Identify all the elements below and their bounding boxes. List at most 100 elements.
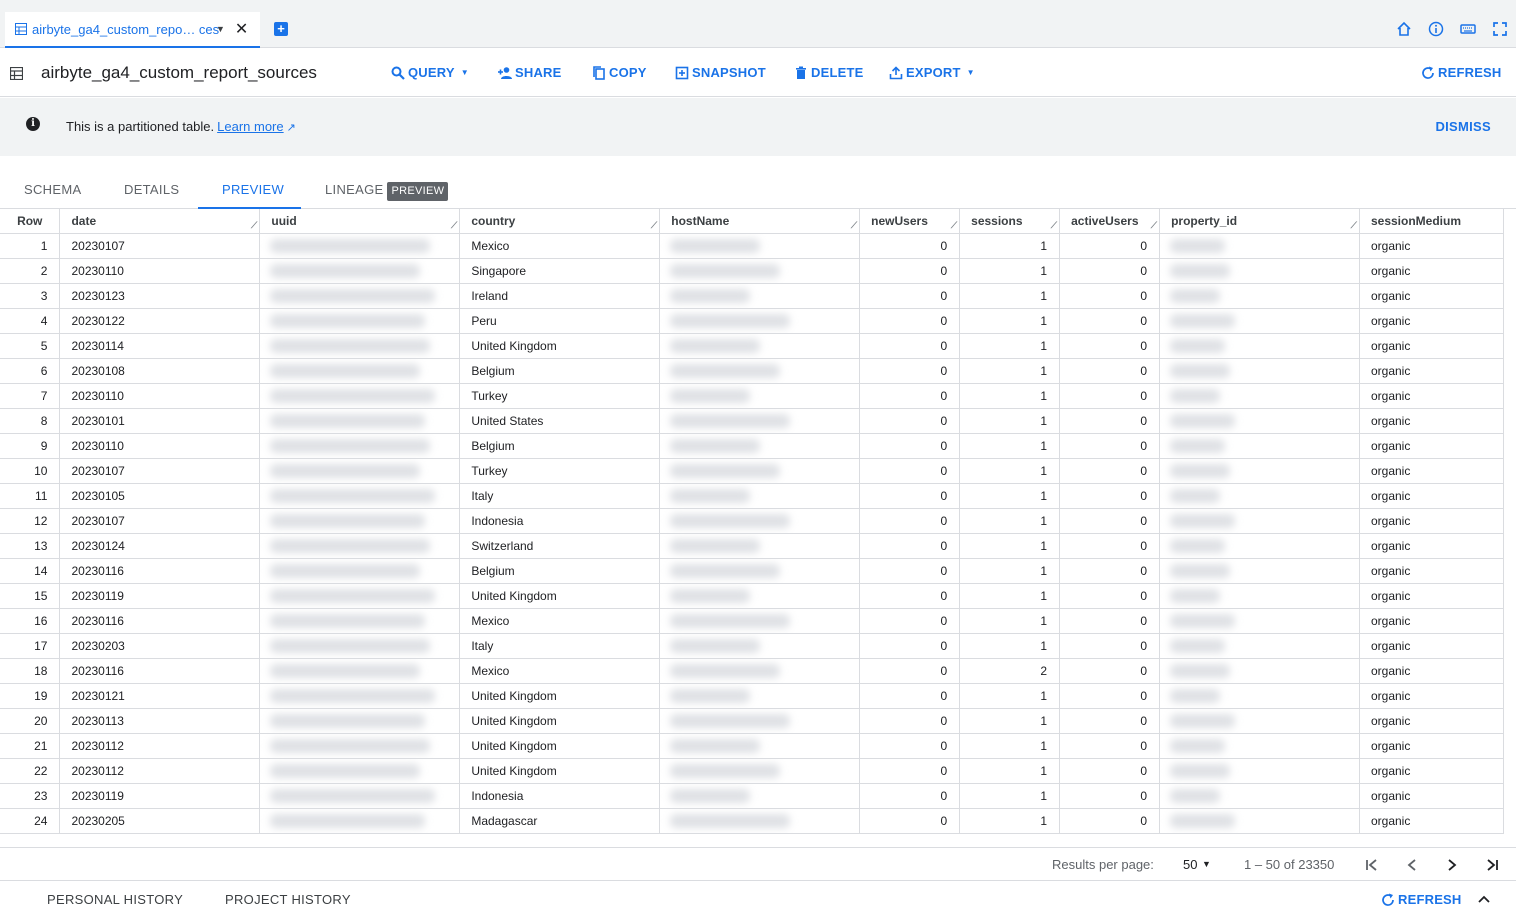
table-row[interactable]: 24 20230205 Madagascar 0 1 0 organic [0, 808, 1505, 834]
table-row[interactable]: 5 20230114 United Kingdom 0 1 0 organic [0, 333, 1505, 359]
resize-handle-icon[interactable]: ⟋ [651, 220, 657, 231]
resize-handle-icon[interactable]: ⟋ [1151, 220, 1157, 231]
last-page-icon[interactable] [1484, 857, 1500, 873]
column-header[interactable]: property_id ⟋ [1159, 209, 1360, 234]
tab-lineage[interactable]: LINEAGE PREVIEW [301, 170, 472, 209]
row-number-cell: 17 [0, 633, 61, 659]
redacted-value [1170, 588, 1221, 603]
resize-handle-icon[interactable]: ⟋ [851, 220, 857, 231]
hostname-cell-redacted [659, 308, 861, 334]
hostname-cell-redacted [659, 283, 861, 309]
external-link-icon[interactable]: ↗ [287, 122, 296, 134]
tab-schema[interactable]: SCHEMA [0, 170, 105, 209]
redacted-value [1170, 663, 1231, 678]
refresh-button[interactable]: REFRESH [1421, 65, 1502, 80]
new-users-cell: 0 [859, 558, 961, 584]
session-medium-cell: organic [1359, 758, 1505, 784]
first-page-icon[interactable] [1364, 857, 1380, 873]
tab-preview[interactable]: PREVIEW [198, 170, 301, 209]
sessions-cell: 1 [959, 458, 1061, 484]
snapshot-button[interactable]: SNAPSHOT [675, 65, 766, 80]
chevron-down-icon[interactable]: ▼ [1202, 859, 1211, 869]
table-row[interactable]: 22 20230112 United Kingdom 0 1 0 organic [0, 758, 1505, 784]
chevron-up-icon[interactable] [1477, 892, 1491, 906]
table-row[interactable]: 9 20230110 Belgium 0 1 0 organic [0, 433, 1505, 459]
table-row[interactable]: 4 20230122 Peru 0 1 0 organic [0, 308, 1505, 334]
column-header[interactable]: hostName ⟋ [659, 209, 861, 234]
column-header[interactable]: sessions ⟋ [959, 209, 1061, 234]
column-header[interactable]: sessionMedium [1359, 209, 1505, 234]
resize-handle-icon[interactable]: ⟋ [1351, 220, 1357, 231]
redacted-value [270, 588, 436, 603]
next-page-icon[interactable] [1444, 857, 1460, 873]
tab-menu-caret-icon[interactable]: ▼ [216, 24, 225, 34]
column-header[interactable]: date ⟋ [59, 209, 261, 234]
table-row[interactable]: 8 20230101 United States 0 1 0 organic [0, 408, 1505, 434]
redacted-value [270, 238, 431, 253]
results-per-page-select[interactable]: 50 [1183, 857, 1197, 872]
resize-handle-icon[interactable]: ⟋ [1051, 220, 1057, 231]
close-tab-icon[interactable]: ✕ [235, 19, 248, 39]
export-button[interactable]: EXPORT ▼ [889, 65, 975, 80]
row-number-cell: 19 [0, 683, 61, 709]
active-users-cell: 0 [1059, 758, 1161, 784]
info-icon[interactable] [1428, 21, 1444, 37]
column-header[interactable]: country ⟋ [459, 209, 661, 234]
column-header[interactable]: activeUsers ⟋ [1059, 209, 1161, 234]
dismiss-button[interactable]: DISMISS [1435, 119, 1491, 134]
home-icon[interactable] [1396, 21, 1412, 37]
table-row[interactable]: 15 20230119 United Kingdom 0 1 0 organic [0, 583, 1505, 609]
redacted-value [670, 513, 791, 528]
history-refresh-button[interactable]: REFRESH [1381, 892, 1462, 907]
fullscreen-icon[interactable] [1492, 21, 1508, 37]
redacted-value [1170, 688, 1221, 703]
share-button[interactable]: SHARE [498, 65, 562, 80]
column-header[interactable]: newUsers ⟋ [859, 209, 961, 234]
country-cell: United Kingdom [459, 733, 661, 759]
table-row[interactable]: 23 20230119 Indonesia 0 1 0 organic [0, 783, 1505, 809]
table-row[interactable]: 3 20230123 Ireland 0 1 0 organic [0, 283, 1505, 309]
learn-more-link[interactable]: Learn more [217, 119, 283, 134]
table-tab[interactable]: airbyte_ga4_custom_repo… ces ▼ ✕ [5, 12, 260, 48]
keyboard-icon[interactable] [1460, 21, 1476, 37]
uuid-cell-redacted [259, 333, 461, 359]
table-row[interactable]: 18 20230116 Mexico 0 2 0 organic [0, 658, 1505, 684]
project-history-tab[interactable]: PROJECT HISTORY [225, 892, 351, 907]
resize-handle-icon[interactable]: ⟋ [251, 220, 257, 231]
session-medium-cell: organic [1359, 508, 1505, 534]
table-row[interactable]: 13 20230124 Switzerland 0 1 0 organic [0, 533, 1505, 559]
copy-button[interactable]: COPY [592, 65, 647, 80]
table-row[interactable]: 6 20230108 Belgium 0 1 0 organic [0, 358, 1505, 384]
uuid-cell-redacted [259, 808, 461, 834]
table-row[interactable]: 10 20230107 Turkey 0 1 0 organic [0, 458, 1505, 484]
table-row[interactable]: 1 20230107 Mexico 0 1 0 organic [0, 233, 1505, 259]
query-button[interactable]: QUERY ▼ [391, 65, 469, 80]
table-row[interactable]: 19 20230121 United Kingdom 0 1 0 organic [0, 683, 1505, 709]
redacted-value [670, 763, 781, 778]
new-tab-plus-icon[interactable]: + [274, 22, 288, 36]
history-refresh-label: REFRESH [1398, 892, 1462, 907]
table-row[interactable]: 12 20230107 Indonesia 0 1 0 organic [0, 508, 1505, 534]
table-row[interactable]: 20 20230113 United Kingdom 0 1 0 organic [0, 708, 1505, 734]
uuid-cell-redacted [259, 458, 461, 484]
table-row[interactable]: 16 20230116 Mexico 0 1 0 organic [0, 608, 1505, 634]
session-medium-cell: organic [1359, 458, 1505, 484]
resize-handle-icon[interactable]: ⟋ [451, 220, 457, 231]
date-cell: 20230114 [59, 333, 261, 359]
table-row[interactable]: 2 20230110 Singapore 0 1 0 organic [0, 258, 1505, 284]
table-row[interactable]: 14 20230116 Belgium 0 1 0 organic [0, 558, 1505, 584]
property-id-cell-redacted [1159, 608, 1360, 634]
delete-button[interactable]: DELETE [794, 65, 863, 80]
personal-history-tab[interactable]: PERSONAL HISTORY [47, 892, 183, 907]
table-row[interactable]: 11 20230105 Italy 0 1 0 organic [0, 483, 1505, 509]
tab-details[interactable]: DETAILS [100, 170, 203, 209]
table-row[interactable]: 17 20230203 Italy 0 1 0 organic [0, 633, 1505, 659]
active-users-cell: 0 [1059, 608, 1161, 634]
active-users-cell: 0 [1059, 308, 1161, 334]
table-row[interactable]: 21 20230112 United Kingdom 0 1 0 organic [0, 733, 1505, 759]
table-row[interactable]: 7 20230110 Turkey 0 1 0 organic [0, 383, 1505, 409]
previous-page-icon[interactable] [1404, 857, 1420, 873]
column-header[interactable]: uuid ⟋ [259, 209, 461, 234]
resize-handle-icon[interactable]: ⟋ [951, 220, 957, 231]
hostname-cell-redacted [659, 633, 861, 659]
